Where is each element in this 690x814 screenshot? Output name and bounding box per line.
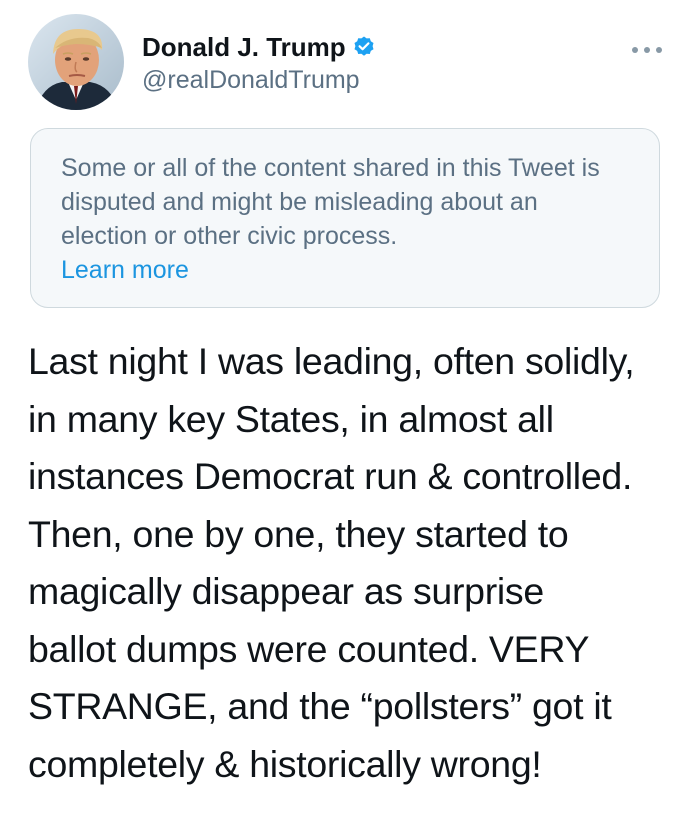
learn-more-link[interactable]: Learn more [61, 253, 189, 287]
display-name[interactable]: Donald J. Trump [142, 32, 346, 63]
tweet-text-line: Last night I was leading, often solidly, [28, 340, 635, 382]
user-info: Donald J. Trump @realDonaldTrump [142, 30, 376, 95]
tweet-text-line: completely & historically wrong! [28, 742, 542, 785]
avatar[interactable] [28, 14, 124, 110]
tweet-header: Donald J. Trump @realDonaldTrump [28, 14, 662, 114]
more-dot [632, 47, 638, 53]
profile-photo [28, 14, 124, 110]
tweet-text-line: STRANGE, and the “pollsters” got it [28, 685, 612, 727]
notice-text: Some or all of the content shared in thi… [61, 151, 621, 287]
tweet-text-line: Then, one by one, they started to [28, 512, 569, 555]
name-row: Donald J. Trump [142, 30, 376, 64]
tweet: Donald J. Trump @realDonaldTrump Some or… [0, 0, 690, 814]
more-options-icon[interactable] [632, 44, 662, 56]
more-dot [656, 47, 662, 53]
tweet-text: Last night I was leading, often solidly,… [28, 333, 668, 793]
misleading-content-notice: Some or all of the content shared in thi… [30, 128, 660, 308]
tweet-text-line: in many key States, in almost all [28, 397, 554, 440]
tweet-text-line: ballot dumps were counted. VERY [28, 627, 590, 670]
tweet-text-line: magically disappear as surprise [28, 570, 544, 612]
tweet-text-line: instances Democrat run & controlled. [28, 455, 633, 497]
user-handle[interactable]: @realDonaldTrump [142, 66, 376, 95]
notice-message: Some or all of the content shared in thi… [61, 154, 600, 250]
verified-badge-icon [352, 35, 376, 59]
more-dot [644, 47, 650, 53]
